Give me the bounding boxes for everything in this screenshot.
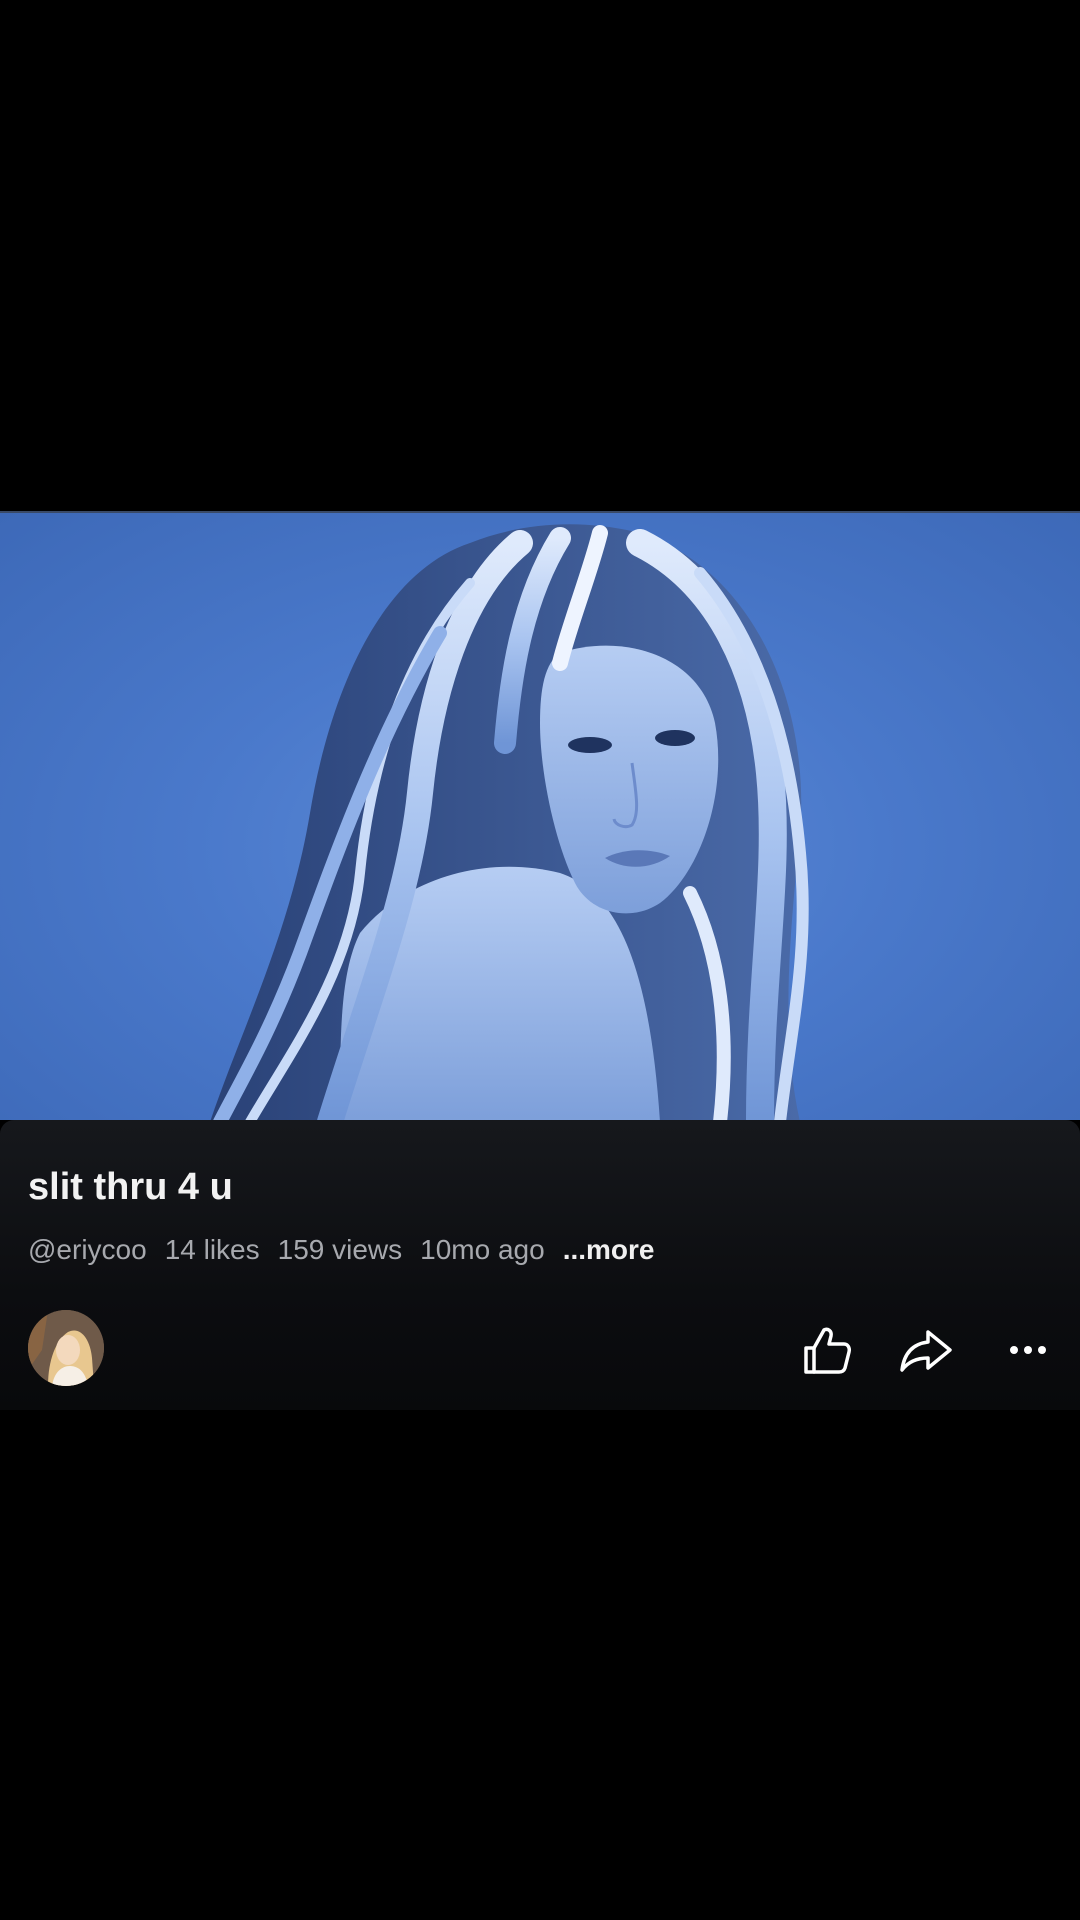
screen: slit thru 4 u @eriycoo 14 likes 159 view… — [0, 0, 1080, 1920]
video-thumbnail — [210, 524, 809, 1120]
channel-handle[interactable]: @eriycoo — [28, 1234, 147, 1266]
more-horizontal-icon — [1010, 1346, 1046, 1354]
like-button[interactable] — [798, 1322, 854, 1378]
upload-age: 10mo ago — [420, 1234, 545, 1265]
video-meta: @eriycoo 14 likes 159 views 10mo ago ...… — [28, 1234, 655, 1266]
more-options-button[interactable] — [1000, 1322, 1056, 1378]
video-info-panel: slit thru 4 u @eriycoo 14 likes 159 view… — [0, 1120, 1080, 1410]
expand-description-link[interactable]: ...more — [563, 1234, 655, 1266]
like-count: 14 likes — [164, 1234, 260, 1265]
thumbs-up-icon — [804, 1327, 851, 1374]
share-arrow-icon — [900, 1330, 952, 1372]
video-player[interactable] — [0, 511, 1080, 1120]
action-bar — [0, 1310, 1080, 1386]
view-count: 159 views — [277, 1234, 403, 1265]
share-button[interactable] — [898, 1322, 954, 1378]
video-title: slit thru 4 u — [28, 1166, 233, 1208]
